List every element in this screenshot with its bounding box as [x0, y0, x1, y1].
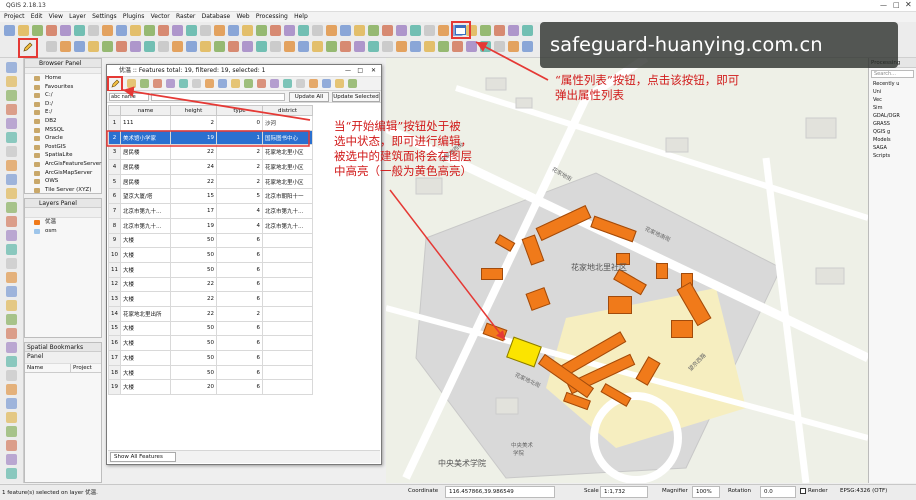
status-bar: 1 feature(s) selected on layer 优温. Coord… [0, 484, 916, 500]
magnifier-label: Magnifier [662, 488, 688, 494]
edit-note-line3: 被选中的建筑面将会在图层 [334, 149, 472, 163]
render-label: Render [808, 488, 828, 494]
rotation-label: Rotation [728, 488, 752, 494]
edit-note-line4: 中高亮（一般为黄色高亮） [334, 164, 472, 178]
edit-note-line1: 当“开始编辑”按钮处于被 [334, 119, 461, 133]
crs-button[interactable]: EPSG:4326 (OTF) [840, 488, 887, 494]
watermark-banner: safeguard-huanying.com.cn [540, 22, 898, 68]
magnifier-field[interactable]: 100% [692, 486, 720, 498]
edit-mode-note: 当“开始编辑”按钮处于被 选中状态，即可进行编辑， 被选中的建筑面将会在图层 中… [334, 119, 494, 179]
attribute-button-note-line2: 弹出属性列表 [555, 88, 624, 102]
status-message: 1 feature(s) selected on layer 优温. [2, 490, 98, 496]
coordinate-label: Coordinate [408, 488, 439, 494]
attribute-button-note-line1: “属性列表”按钮，点击该按钮，即可 [555, 73, 740, 87]
attribute-button-note: “属性列表”按钮，点击该按钮，即可 弹出属性列表 [555, 73, 820, 103]
coordinate-field[interactable]: 116.457866,39.986549 [445, 486, 555, 498]
render-checkbox[interactable] [800, 488, 806, 494]
scale-field[interactable]: 1:1,732 [600, 486, 648, 498]
scale-label: Scale [584, 488, 599, 494]
rotation-field[interactable]: 0.0 [760, 486, 796, 498]
edit-note-line2: 选中状态，即可进行编辑， [334, 134, 472, 148]
